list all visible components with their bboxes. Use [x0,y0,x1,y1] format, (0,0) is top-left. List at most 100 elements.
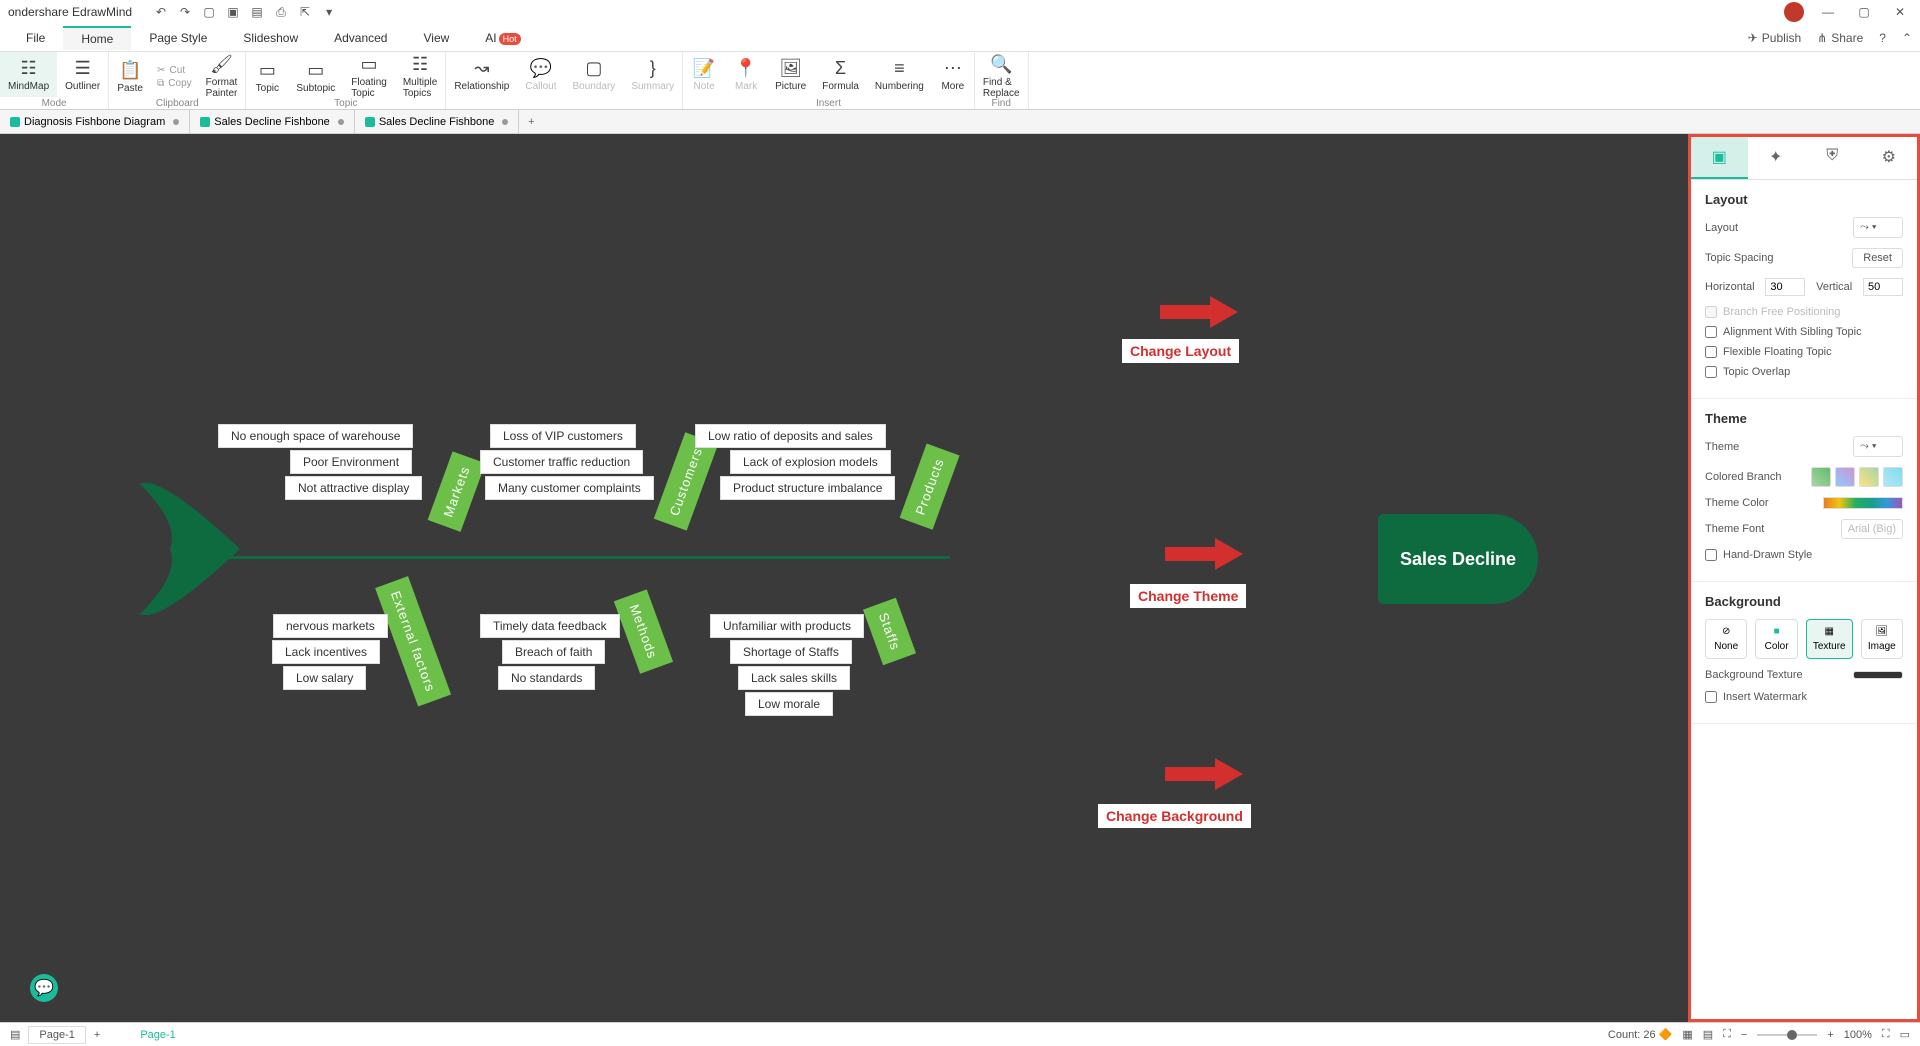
doc-tab[interactable]: Sales Decline Fishbone [190,110,355,133]
bg-none-button[interactable]: ⊘None [1705,619,1747,659]
cause-box[interactable]: Many customer complaints [485,476,654,500]
cause-box[interactable]: Low salary [283,666,366,690]
cause-box[interactable]: nervous markets [273,614,388,638]
cause-box[interactable]: Loss of VIP customers [490,424,636,448]
cause-box[interactable]: No standards [498,666,595,690]
panel-tab-settings-icon[interactable]: ⚙ [1861,137,1918,179]
bg-texture-select[interactable] [1853,671,1903,679]
bone-products[interactable]: Products [900,443,960,530]
menu-home[interactable]: Home [63,26,131,50]
panel-tab-layout-icon[interactable]: ▣ [1691,137,1748,179]
floating-topic-button[interactable]: ▭Floating Topic [343,52,395,101]
fullscreen-icon[interactable]: ⛶ [1882,1028,1890,1041]
theme-select[interactable]: ⤳ ▾ [1853,436,1903,457]
undo-icon[interactable]: ↶ [152,3,170,21]
bone-staffs[interactable]: Staffs [863,598,916,665]
menu-advanced[interactable]: Advanced [316,27,405,49]
cause-box[interactable]: Poor Environment [290,450,412,474]
fit-icon[interactable]: ⛶ [1723,1028,1731,1041]
add-page-button[interactable]: + [94,1029,100,1041]
handdrawn-check[interactable]: Hand-Drawn Style [1705,549,1903,561]
cause-box[interactable]: Customer traffic reduction [480,450,643,474]
menu-slideshow[interactable]: Slideshow [225,27,316,49]
maximize-icon[interactable]: ▢ [1852,0,1876,24]
bg-image-button[interactable]: 🖼Image [1861,619,1903,659]
reset-button[interactable]: Reset [1852,248,1903,268]
menu-ai[interactable]: AIHot [467,27,538,49]
close-icon[interactable]: ✕ [1888,0,1912,24]
boundary-button[interactable]: ▢Boundary [565,52,624,97]
doc-tab[interactable]: Sales Decline Fishbone [355,110,520,133]
minimize-icon[interactable]: — [1816,0,1840,24]
add-tab-button[interactable]: + [519,116,543,128]
align-sibling-check[interactable]: Alignment With Sibling Topic [1705,326,1903,338]
summary-button[interactable]: }Summary [623,52,682,97]
topic-overlap-check[interactable]: Topic Overlap [1705,366,1903,378]
cause-box[interactable]: No enough space of warehouse [218,424,413,448]
more-button[interactable]: ⋯More [932,52,974,97]
branch-opt[interactable] [1883,467,1903,487]
mark-button[interactable]: 📍Mark [725,52,767,97]
note-button[interactable]: 📝Note [683,52,725,97]
cause-box[interactable]: Low ratio of deposits and sales [695,424,886,448]
menu-view[interactable]: View [405,27,467,49]
topic-button[interactable]: ▭Topic [246,52,288,101]
open-icon[interactable]: ▣ [224,3,242,21]
bg-color-button[interactable]: ■Color [1755,619,1797,659]
vertical-input[interactable] [1863,278,1903,296]
cause-box[interactable]: Timely data feedback [480,614,620,638]
cause-box[interactable]: Breach of faith [502,640,605,664]
cause-box[interactable]: Not attractive display [285,476,422,500]
bone-methods[interactable]: Methods [614,589,673,673]
fish-head[interactable]: Sales Decline [1378,514,1538,604]
subtopic-button[interactable]: ▭Subtopic [288,52,343,101]
branch-opt[interactable] [1835,467,1855,487]
export-icon[interactable]: ⇱ [296,3,314,21]
save-icon[interactable]: ▤ [248,3,266,21]
zoom-slider[interactable] [1757,1034,1817,1036]
formula-button[interactable]: ΣFormula [814,52,867,97]
view-grid-icon[interactable]: ▦ [1682,1028,1692,1041]
copy-button[interactable]: ⧉ Copy [151,77,198,90]
collapse-icon[interactable]: ⌃ [1902,31,1912,45]
page-indicator[interactable]: Page-1 [140,1029,175,1041]
numbering-button[interactable]: ≡Numbering [867,52,932,97]
share-button[interactable]: ⋔ Share [1817,31,1863,45]
avatar[interactable] [1784,2,1804,22]
doc-tab[interactable]: Diagnosis Fishbone Diagram [0,110,190,133]
bone-external[interactable]: External factors [375,576,451,707]
find-replace-button[interactable]: 🔍Find & Replace [975,52,1028,101]
branch-opt[interactable] [1811,467,1831,487]
cause-box[interactable]: Lack of explosion models [730,450,891,474]
zoom-out-button[interactable]: − [1741,1029,1747,1041]
cause-box[interactable]: Lack sales skills [738,666,850,690]
paste-button[interactable]: 📋Paste [109,52,151,101]
publish-button[interactable]: ✈ Publish [1748,31,1801,45]
mindmap-button[interactable]: ☷MindMap [0,52,57,97]
outliner-button[interactable]: ☰Outliner [57,52,108,97]
watermark-check[interactable]: Insert Watermark [1705,691,1903,703]
horizontal-input[interactable] [1765,278,1805,296]
relationship-button[interactable]: ↝Relationship [446,52,517,97]
cause-box[interactable]: Shortage of Staffs [730,640,852,664]
picture-button[interactable]: 🖼Picture [767,52,814,97]
view-page-icon[interactable]: ▤ [1703,1028,1713,1041]
cause-box[interactable]: Product structure imbalance [720,476,895,500]
panel-tab-security-icon[interactable]: ⛨ [1804,137,1861,179]
qat-more-icon[interactable]: ▾ [320,3,338,21]
menu-file[interactable]: File [8,27,63,49]
cause-box[interactable]: Unfamiliar with products [710,614,864,638]
chat-bubble-icon[interactable]: 💬 [30,974,58,1002]
menu-pagestyle[interactable]: Page Style [131,27,225,49]
theme-font-select[interactable]: Arial (Big) [1841,519,1903,539]
help-icon[interactable]: ? [1879,31,1886,45]
panel-tab-style-icon[interactable]: ✦ [1748,137,1805,179]
cut-button[interactable]: ✂ Cut [151,64,198,77]
cause-box[interactable]: Lack incentives [272,640,380,664]
bone-markets[interactable]: Markets [428,451,486,532]
bg-texture-button[interactable]: ▦Texture [1806,619,1853,659]
cause-box[interactable]: Low morale [745,692,833,716]
page-list-icon[interactable]: ▤ [10,1028,20,1041]
layout-select[interactable]: ⤳ ▾ [1853,217,1903,238]
new-icon[interactable]: ▢ [200,3,218,21]
